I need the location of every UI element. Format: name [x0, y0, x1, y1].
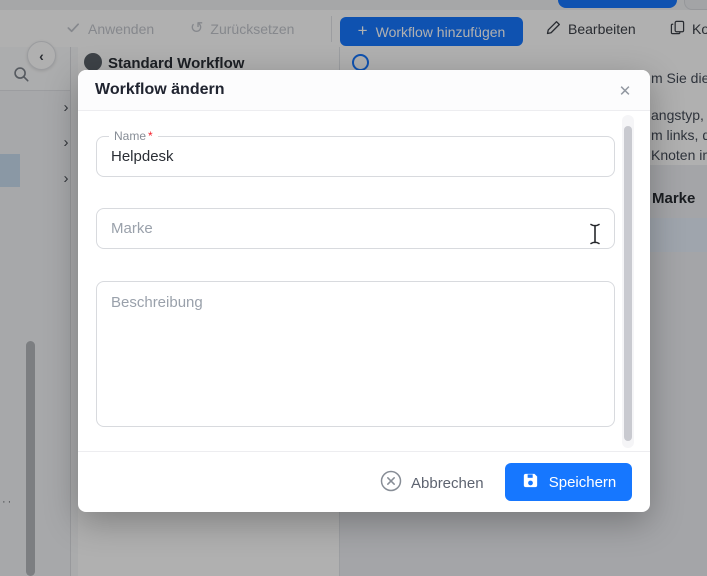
dialog-scrollbar-track[interactable] [622, 115, 634, 448]
description-input[interactable] [97, 282, 614, 426]
cancel-label: Abbrechen [411, 475, 484, 492]
save-button[interactable]: Speichern [505, 463, 632, 501]
description-field[interactable] [96, 281, 615, 427]
dialog-title: Workflow ändern [95, 81, 225, 99]
name-input[interactable] [97, 137, 614, 176]
dialog-scrollbar-thumb[interactable] [624, 126, 632, 441]
name-field[interactable]: Name* [96, 136, 615, 177]
required-asterisk: * [148, 129, 153, 143]
save-label: Speichern [549, 474, 617, 491]
save-floppy-icon [521, 471, 540, 494]
text-cursor-icon [588, 222, 602, 251]
dialog-footer: Abbrechen Speichern [78, 451, 650, 513]
cancel-circle-x-icon [380, 470, 402, 496]
app-screen: Anwenden ↺ Zurücksetzen + Workflow hinzu… [0, 0, 707, 576]
cancel-button[interactable]: Abbrechen [380, 471, 484, 495]
brand-field[interactable] [96, 208, 615, 249]
close-icon[interactable]: ✕ [614, 80, 636, 102]
name-field-label: Name* [109, 129, 158, 144]
dialog-header: Workflow ändern ✕ [78, 70, 650, 111]
brand-input[interactable] [97, 209, 614, 248]
edit-workflow-dialog: Workflow ändern ✕ Name* Abbrechen [78, 70, 650, 512]
